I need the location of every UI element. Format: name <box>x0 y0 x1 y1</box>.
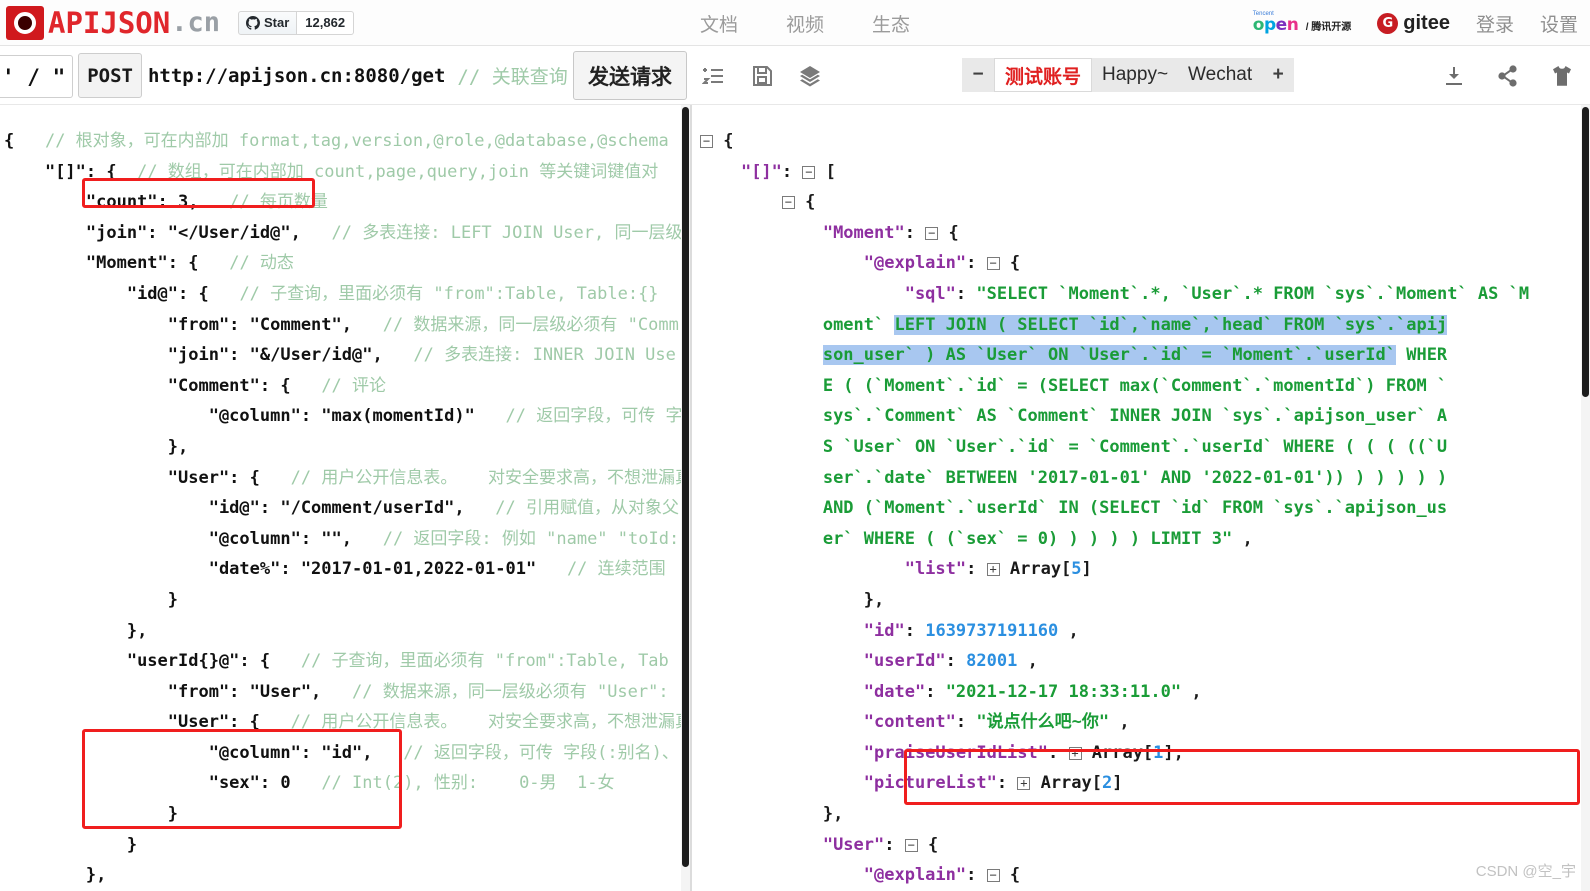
tab-wechat[interactable]: Wechat <box>1178 58 1263 92</box>
http-method-button[interactable]: POST <box>78 53 142 98</box>
github-star-button[interactable]: Star <box>238 10 298 35</box>
tab-test-account[interactable]: 测试账号 <box>994 58 1093 92</box>
fold-toggle-praise-list[interactable]: + <box>1068 746 1082 760</box>
fold-toggle-picture-list[interactable]: + <box>1017 777 1031 791</box>
fold-toggle-item0[interactable]: − <box>781 196 795 210</box>
brand-tld: .cn <box>171 7 220 38</box>
csdn-watermark: CSDN @空_宇 <box>1475 863 1576 880</box>
remove-tab-button[interactable]: − <box>962 58 994 92</box>
response-viewer-scrollbar-thumb[interactable] <box>1582 107 1589 397</box>
site-header: APIJSON .cn Star 12,862 文档 视频 生态 Tencent <box>0 0 1590 46</box>
account-tabs: − 测试账号 Happy~ Wechat + <box>962 58 1295 92</box>
request-editor-scrollbar-track[interactable] <box>681 105 690 891</box>
brand-logo-group[interactable]: APIJSON .cn <box>6 5 220 40</box>
apijson-app: APIJSON .cn Star 12,862 文档 视频 生态 Tencent <box>0 0 1590 891</box>
toolbar-left-group: ' / " POST http://apijson.cn:8080/get //… <box>0 46 602 105</box>
response-json-viewer[interactable]: − { "[]": − [ − { "Moment": − { "@explai… <box>692 105 1590 891</box>
nav-item-docs[interactable]: 文档 <box>700 10 738 37</box>
tencent-open-logo[interactable]: Tencent open / 腾讯开源 <box>1253 11 1351 35</box>
request-editor-scrollbar-thumb[interactable] <box>682 107 689 867</box>
fold-toggle-user[interactable]: − <box>904 838 918 852</box>
send-request-button[interactable]: 发送请求 <box>573 51 687 100</box>
save-icon[interactable] <box>750 64 774 88</box>
tab-happy[interactable]: Happy~ <box>1092 58 1179 92</box>
header-right-group: Tencent open / 腾讯开源 G gitee 登录 设置 <box>1253 0 1578 46</box>
tencent-open-cn-label: / 腾讯开源 <box>1305 22 1352 33</box>
format-list-icon[interactable] <box>702 64 726 88</box>
response-json-code[interactable]: − { "[]": − [ − { "Moment": − { "@explai… <box>692 122 1590 891</box>
fold-toggle-array[interactable]: − <box>802 165 816 179</box>
fold-toggle-moment[interactable]: − <box>925 226 939 240</box>
gitee-logo[interactable]: G gitee <box>1377 12 1450 35</box>
download-icon[interactable] <box>1442 64 1466 88</box>
tencent-open-word: open <box>1252 15 1299 35</box>
url-value: http://apijson.cn:8080/get <box>147 64 446 87</box>
gitee-label: gitee <box>1403 11 1450 34</box>
login-link[interactable]: 登录 <box>1476 10 1514 37</box>
fold-toggle-explain[interactable]: − <box>986 257 1000 271</box>
github-star-count[interactable]: 12,862 <box>297 10 355 35</box>
request-json-editor[interactable]: { // 根对象，可在内部加 format,tag,version,@role,… <box>0 105 690 891</box>
nav-item-videos[interactable]: 视频 <box>786 10 824 37</box>
editor-panes: { // 根对象，可在内部加 format,tag,version,@role,… <box>0 105 1590 891</box>
header-nav: 文档 视频 生态 <box>700 0 910 46</box>
github-icon <box>246 15 260 30</box>
response-toolbar-right-icons <box>1442 46 1574 105</box>
nav-item-ecosystem[interactable]: 生态 <box>872 10 910 37</box>
response-viewer-scrollbar-track[interactable] <box>1581 105 1590 891</box>
apijson-logo-icon <box>6 5 44 40</box>
layers-icon[interactable] <box>798 64 822 88</box>
settings-link[interactable]: 设置 <box>1540 10 1578 37</box>
share-icon[interactable] <box>1496 64 1520 88</box>
github-star-label: Star <box>264 15 290 30</box>
fold-toggle-user-explain[interactable]: − <box>986 869 1000 883</box>
brand-name: APIJSON <box>48 5 171 40</box>
add-tab-button[interactable]: + <box>1262 58 1295 92</box>
url-input[interactable]: http://apijson.cn:8080/get // 关联查询 Comme <box>142 53 602 98</box>
request-json-code[interactable]: { // 根对象，可在内部加 format,tag,version,@role,… <box>0 122 690 891</box>
gitee-mark-icon: G <box>1377 12 1399 34</box>
request-toolbar: ' / " POST http://apijson.cn:8080/get //… <box>0 46 1590 105</box>
github-star-widget[interactable]: Star 12,862 <box>238 10 355 35</box>
response-toolbar-left-icons <box>702 46 822 105</box>
tshirt-icon[interactable] <box>1550 64 1574 88</box>
quote-style-toggle[interactable]: ' / " <box>0 55 74 98</box>
fold-toggle-root[interactable]: − <box>700 135 713 148</box>
fold-toggle-explain-list[interactable]: + <box>986 563 1000 577</box>
